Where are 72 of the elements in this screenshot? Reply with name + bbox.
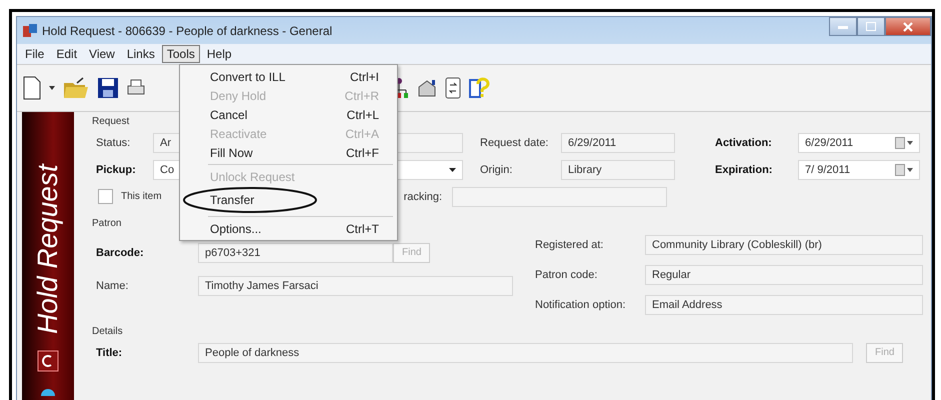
text-field[interactable]: Library <box>561 160 675 180</box>
new-document-icon[interactable] <box>23 76 41 100</box>
menu-option-label: Unlock Request <box>210 170 296 184</box>
menu-option-label: Reactivate <box>210 126 268 140</box>
calendar-icon <box>895 136 913 148</box>
field-label: Expiration: <box>715 164 774 176</box>
menu-option-label: Deny Hold <box>210 88 268 102</box>
checkbox[interactable] <box>98 189 113 204</box>
shortcut-text: Ctrl+A <box>345 126 379 140</box>
document-arrows-icon[interactable] <box>445 77 461 99</box>
sidebar-title: Hold Request <box>32 162 64 334</box>
menu-option[interactable]: Convert to ILL Ctrl+I <box>180 67 397 86</box>
section-heading: Patron <box>92 218 122 229</box>
menu-option[interactable]: Cancel Ctrl+L <box>180 105 397 124</box>
menu-item[interactable]: View <box>84 45 120 63</box>
tracking-field[interactable] <box>452 186 667 206</box>
minimize-button[interactable] <box>829 17 857 36</box>
shortcut-text: Ctrl+R <box>344 88 379 102</box>
date-field[interactable]: 6/29/2011 <box>798 132 920 152</box>
caret-icon <box>449 168 456 172</box>
menu-option-label: Options... <box>210 222 262 236</box>
minimize-icon <box>838 24 848 28</box>
section-heading: Details <box>92 326 123 337</box>
text-field[interactable]: Community Library (Cobleskill) (br) <box>645 234 923 254</box>
field-label: Status: <box>96 136 132 148</box>
shortcut-text: Ctrl+I <box>350 70 379 84</box>
menu-option-label: Transfer <box>210 193 256 207</box>
text-field[interactable]: Regular <box>645 264 923 284</box>
field-label: Patron code: <box>535 268 598 280</box>
text-field[interactable]: Email Address <box>645 294 923 314</box>
menu-option[interactable]: Transfer <box>180 186 397 214</box>
menu-item[interactable]: Edit <box>51 45 82 63</box>
folder-icon[interactable] <box>63 77 89 99</box>
field-label: Notification option: <box>535 298 626 310</box>
dropdown-caret-icon[interactable] <box>49 86 55 90</box>
menu-option-label: Convert to ILL <box>210 70 286 84</box>
shortcut-text: Ctrl+L <box>346 108 379 122</box>
menu-item[interactable]: File <box>20 45 50 63</box>
text-field[interactable]: 6/29/2011 <box>561 132 675 152</box>
field-label: Request date: <box>480 136 550 148</box>
app-logo-icon <box>37 350 59 372</box>
menu-option[interactable]: Fill Now Ctrl+F <box>180 143 397 162</box>
globe-icon <box>40 386 56 396</box>
shortcut-text: Ctrl+T <box>346 222 379 236</box>
name-field[interactable]: Timothy James Farsaci <box>198 276 513 296</box>
field-label: Pickup: <box>96 164 137 176</box>
maximize-button[interactable] <box>857 17 885 36</box>
help-icon[interactable] <box>469 77 491 99</box>
menu-item[interactable]: Tools <box>162 45 200 63</box>
shortcut-text: Ctrl+F <box>346 146 379 160</box>
menu-option-label: Fill Now <box>210 146 254 160</box>
date-field[interactable]: 7/ 9/2011 <box>798 160 920 180</box>
close-button[interactable] <box>885 17 931 36</box>
field-label: Activation: <box>715 136 773 148</box>
maximize-icon <box>866 22 876 31</box>
calendar-icon <box>895 164 913 176</box>
menu-item[interactable]: Help <box>202 45 237 63</box>
menu-option-label: Cancel <box>210 108 248 122</box>
field-label: Origin: <box>480 164 514 176</box>
app-icon <box>23 24 37 38</box>
close-icon <box>903 22 913 32</box>
field-label: Name: <box>96 280 130 292</box>
menu-option[interactable]: Options... Ctrl+T <box>180 219 397 238</box>
field-label: Title: <box>96 346 124 358</box>
field-label: Barcode: <box>96 246 145 258</box>
house-icon[interactable] <box>417 79 437 97</box>
section-heading: Request <box>92 116 130 127</box>
window-title: Hold Request - 806639 - People of darkness - General <box>42 24 332 38</box>
field-label: Registered at: <box>535 238 604 250</box>
menu-item[interactable]: Links <box>122 45 160 63</box>
checkbox-label: This item <box>121 191 162 202</box>
field-label: racking: <box>404 190 444 202</box>
